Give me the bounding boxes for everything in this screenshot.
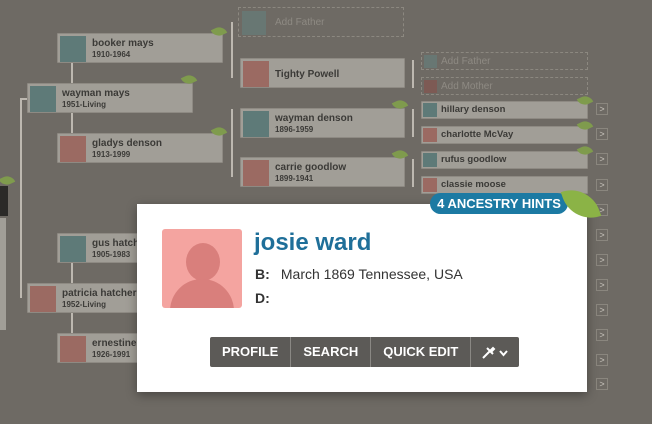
female-avatar-icon [243,61,269,87]
person-dates: 1926-1991 [92,350,131,359]
person-card-booker-mays[interactable]: booker mays 1910-1964 [57,33,223,63]
female-avatar-icon [243,160,269,186]
male-avatar-icon [60,36,86,62]
female-profile-photo[interactable] [162,229,242,308]
person-card-tighty-powell[interactable]: Tighty Powell [240,58,405,88]
person-dates: 1952-Living [62,300,107,309]
birth-value: March 1869 Tennessee, USA [280,266,463,282]
death-label: D: [255,290,270,306]
expand-arrow-icon[interactable]: > [596,179,608,191]
connector [412,109,414,137]
person-card-wayman-mays[interactable]: wayman mays 1951-Living [27,83,193,113]
male-avatar-icon [243,111,269,137]
male-avatar-icon [423,103,437,117]
person-dates: 1913-1999 [92,150,131,159]
person-card-gladys-denson[interactable]: gladys denson 1913-1999 [57,133,223,163]
person-name: carrie goodlow [275,162,347,173]
add-person-icon [242,11,266,35]
expand-arrow-icon[interactable]: > [596,329,608,341]
female-avatar-icon [423,178,437,192]
person-card-charlotte-mcvay[interactable]: charlotte McVay [421,126,588,144]
person-name: wayman denson [275,113,353,124]
quick-edit-button[interactable]: QUICK EDIT [371,337,472,367]
expand-arrow-icon[interactable]: > [596,128,608,140]
add-mother-label: Add Mother [441,81,493,92]
person-popup-card: josie ward B: March 1869 Tennessee, USA … [137,204,587,392]
person-name: rufus goodlow [441,154,507,165]
silhouette-head [186,243,220,281]
person-card-wayman-denson[interactable]: wayman denson 1896-1959 [240,108,405,138]
person-name: ernestine [92,338,137,349]
connector [20,98,22,298]
person-card-patricia-hatcher[interactable]: patricia hatcher 1952-Living [27,283,143,313]
add-father-label: Add Father [441,56,491,67]
expand-arrow-icon[interactable]: > [596,229,608,241]
male-avatar-icon [30,86,56,112]
tools-dropdown-button[interactable] [471,337,520,367]
connector [231,109,233,177]
person-card-ernestine[interactable]: ernestine 1926-1991 [57,333,143,363]
connector [231,22,233,78]
silhouette-body [170,279,234,308]
person-name-link[interactable]: josie ward [254,229,371,257]
expand-arrow-icon[interactable]: > [596,103,608,115]
person-name: gladys denson [92,138,163,149]
birth-row: B: March 1869 Tennessee, USA [255,266,463,282]
ancestry-hints-badge[interactable]: 4 ANCESTRY HINTS [430,193,568,214]
expand-arrow-icon[interactable]: > [596,153,608,165]
connector [412,159,414,187]
person-card-gus-hatch[interactable]: gus hatch 1905-1983 [57,233,143,263]
person-name: patricia hatcher [62,288,137,299]
person-card-hillary-denson[interactable]: hillary denson [421,101,588,119]
connector [71,312,73,334]
add-person-icon [424,55,437,68]
death-row: D: [255,290,277,306]
female-avatar-icon [60,136,86,162]
connector [412,60,414,88]
search-button[interactable]: SEARCH [291,337,372,367]
person-name: Tighty Powell [275,69,340,80]
birth-label: B: [255,266,270,282]
connector [71,262,73,284]
person-dates: 1951-Living [62,100,107,109]
person-name: gus hatch [92,238,140,249]
expand-arrow-icon[interactable]: > [596,254,608,266]
connector [71,112,73,134]
male-avatar-icon [60,236,86,262]
add-father-placeholder[interactable]: Add Father [421,52,588,70]
expand-arrow-icon[interactable]: > [596,378,608,390]
person-name: wayman mays [62,88,130,99]
popup-button-bar: PROFILE SEARCH QUICK EDIT [210,337,520,367]
person-card-rufus-goodlow[interactable]: rufus goodlow [421,151,588,169]
person-card-carrie-goodlow[interactable]: carrie goodlow 1899-1941 [240,157,405,187]
person-dates: 1905-1983 [92,250,131,259]
person-name: classie moose [441,179,506,190]
add-father-label: Add Father [275,17,325,28]
female-avatar-icon [30,286,56,312]
expand-arrow-icon[interactable]: > [596,304,608,316]
person-dates: 1896-1959 [275,125,314,134]
person-name: booker mays [92,38,154,49]
person-dates: 1910-1964 [92,50,131,59]
add-mother-placeholder[interactable]: Add Mother [421,77,588,95]
expand-arrow-icon[interactable]: > [596,279,608,291]
add-person-icon [424,80,437,93]
person-name: hillary denson [441,104,506,115]
profile-button[interactable]: PROFILE [210,337,292,367]
root-person-card-body[interactable] [0,218,6,330]
expand-arrow-icon[interactable]: > [596,354,608,366]
female-avatar-icon [60,336,86,362]
person-dates: 1899-1941 [275,174,314,183]
male-avatar-icon [423,153,437,167]
female-avatar-icon [423,128,437,142]
tools-icon [482,346,509,359]
person-name: charlotte McVay [441,129,514,140]
add-father-placeholder[interactable]: Add Father [238,7,404,37]
root-person-card-edge[interactable] [0,186,8,216]
